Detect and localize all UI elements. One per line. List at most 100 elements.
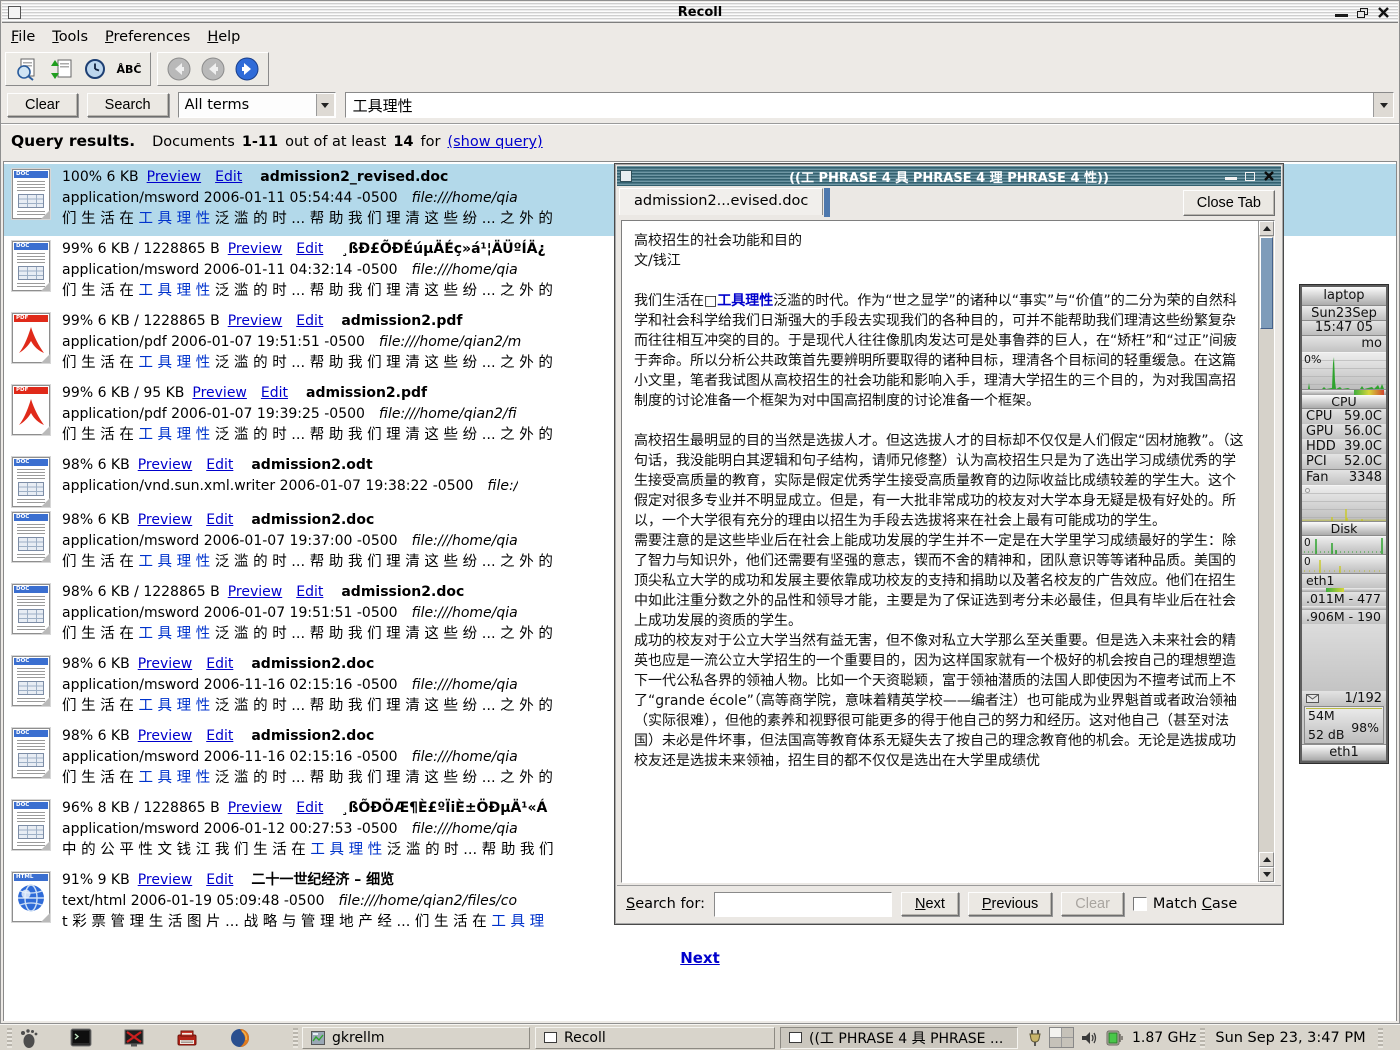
doc-file-icon: DOC (12, 512, 50, 562)
terminal-launcher-icon[interactable] (69, 1026, 93, 1050)
taskbar-button-preview[interactable]: ((工 PHRASE 4 具 PHRASE ... (780, 1027, 1018, 1049)
back-icon-disabled[interactable] (166, 56, 192, 82)
preview-close-icon[interactable] (1263, 170, 1275, 182)
preview-tab[interactable]: admission2...evised.doc (619, 188, 823, 215)
menu-file[interactable]: File (11, 29, 35, 45)
workspace-switcher[interactable] (1049, 1027, 1074, 1048)
sort-results-icon[interactable] (48, 56, 74, 82)
result-filename: ¸ßÐ£ÕÐÉúµÄÉç»á¹¦ÄÜºÍÄ¿ (341, 241, 545, 257)
disk-write-chart[interactable]: 0 (1302, 555, 1386, 574)
workspace-1-active[interactable] (1050, 1028, 1061, 1037)
taskbar-button-recoll[interactable]: Recoll (535, 1027, 775, 1049)
search-history-chevron-icon[interactable] (1373, 93, 1393, 117)
edit-link[interactable]: Edit (215, 169, 242, 185)
gnome-menu-icon[interactable] (16, 1026, 40, 1050)
cpufreq-icon[interactable] (1106, 1029, 1124, 1047)
search-input[interactable] (346, 93, 1373, 117)
edit-link[interactable]: Edit (296, 241, 323, 257)
doc-file-icon: DOC (12, 457, 50, 507)
preview-link[interactable]: Preview (138, 872, 193, 888)
cpu-chart[interactable]: 0% (1302, 352, 1386, 390)
recoll-titlebar[interactable]: Recoll (2, 2, 1398, 23)
firefox-launcher-icon[interactable] (228, 1026, 252, 1050)
preview-link[interactable]: Preview (138, 512, 193, 528)
edit-link[interactable]: Edit (206, 872, 233, 888)
workspace-2[interactable] (1062, 1028, 1073, 1037)
edit-link[interactable]: Edit (206, 656, 233, 672)
search-input-wrap (345, 92, 1394, 118)
show-query-link[interactable]: (show query) (447, 134, 542, 150)
match-case-option[interactable]: Match Case (1133, 896, 1237, 912)
edit-link[interactable]: Edit (206, 512, 233, 528)
gkrellm-button-icon[interactable] (1305, 488, 1310, 493)
edit-link[interactable]: Edit (261, 385, 288, 401)
typewriter-launcher-icon[interactable] (175, 1026, 199, 1050)
scroll-up-icon-bottom[interactable] (1259, 852, 1274, 867)
edit-link[interactable]: Edit (296, 584, 323, 600)
scroll-up-icon[interactable] (1259, 221, 1274, 236)
minimize-icon[interactable] (1335, 14, 1348, 17)
power-plug-icon[interactable] (1027, 1028, 1043, 1048)
taskbar-button-gkrellm[interactable]: gkrellm (302, 1027, 530, 1049)
workspace-3[interactable] (1050, 1038, 1061, 1047)
find-next-button[interactable]: Next (901, 892, 959, 916)
edit-link[interactable]: Edit (206, 457, 233, 473)
edit-link[interactable]: Edit (296, 800, 323, 816)
volume-icon[interactable] (1080, 1029, 1100, 1047)
panel-handle[interactable] (7, 1028, 12, 1048)
search-mode-select[interactable]: All terms (178, 92, 336, 118)
result-score-size: 98% 6 KB (62, 512, 130, 528)
doc-file-icon: DOC (12, 800, 50, 850)
preview-maximize-icon[interactable] (1245, 172, 1255, 181)
find-clear-button[interactable]: Clear (1061, 892, 1124, 916)
close-icon[interactable] (1377, 6, 1390, 19)
forward-icon[interactable] (234, 56, 260, 82)
preview-link[interactable]: Preview (228, 584, 283, 600)
net-krell2 (1302, 606, 1386, 610)
chevron-down-icon[interactable] (316, 94, 334, 116)
preview-titlebar[interactable]: ((工 PHRASE 4 具 PHRASE 4 理 PHRASE 4 性)) (617, 166, 1281, 186)
scrollbar-thumb[interactable] (1260, 237, 1273, 329)
preview-link[interactable]: Preview (228, 241, 283, 257)
preview-link[interactable]: Preview (138, 656, 193, 672)
cpu-chart-label: 0% (1304, 353, 1321, 366)
preview-link[interactable]: Preview (228, 800, 283, 816)
term-explorer-icon[interactable]: ÅBĈ (116, 56, 142, 82)
find-previous-button[interactable]: Previous (968, 892, 1052, 916)
panel-handle[interactable] (1200, 1028, 1205, 1048)
close-tab-button[interactable]: Close Tab (1183, 190, 1275, 216)
maximize-icon[interactable] (1357, 8, 1368, 18)
gkrellm-monitor[interactable]: laptop Sun23Sep 15:47 05 mo 0% CPU CPU59… (1300, 285, 1388, 763)
preview-link[interactable]: Preview (138, 728, 193, 744)
menu-preferences[interactable]: Preferences (105, 29, 190, 45)
match-case-checkbox[interactable] (1133, 897, 1147, 911)
preview-link[interactable]: Preview (192, 385, 247, 401)
scroll-down-icon[interactable] (1259, 867, 1274, 882)
preview-link[interactable]: Preview (228, 313, 283, 329)
memory-panel[interactable]: 54M 98% 52 dB (1304, 706, 1384, 744)
preview-document-icon[interactable] (14, 56, 40, 82)
screensaver-launcher-icon[interactable] (122, 1026, 146, 1050)
preview-text-area[interactable]: 高校招生的社会功能和目的 文/钱江 我们生活在□工具理性泛滥的时代。作为“世之显… (621, 220, 1275, 883)
menu-tools[interactable]: Tools (52, 29, 88, 45)
disk-read-chart[interactable]: 0 (1302, 536, 1386, 555)
edit-link[interactable]: Edit (296, 313, 323, 329)
menu-help[interactable]: Help (207, 29, 240, 45)
fan-chart[interactable] (1302, 485, 1386, 522)
preview-scrollbar[interactable] (1258, 221, 1274, 882)
history-clock-icon[interactable] (82, 56, 108, 82)
back-icon-disabled-2[interactable] (200, 56, 226, 82)
panel-handle[interactable] (293, 1028, 298, 1048)
edit-link[interactable]: Edit (206, 728, 233, 744)
result-url: file:/ (487, 478, 518, 494)
find-input[interactable] (714, 892, 892, 917)
preview-minimize-icon[interactable] (1225, 177, 1237, 180)
preview-link[interactable]: Preview (138, 457, 193, 473)
next-page-link[interactable]: Next (680, 949, 720, 967)
preview-link[interactable]: Preview (147, 169, 202, 185)
taskbar-clock[interactable]: Sun Sep 23, 3:47 PM (1215, 1030, 1365, 1046)
panel-handle[interactable] (1378, 1028, 1383, 1048)
search-button[interactable]: Search (87, 93, 169, 117)
clear-button[interactable]: Clear (7, 93, 78, 117)
workspace-4[interactable] (1062, 1038, 1073, 1047)
